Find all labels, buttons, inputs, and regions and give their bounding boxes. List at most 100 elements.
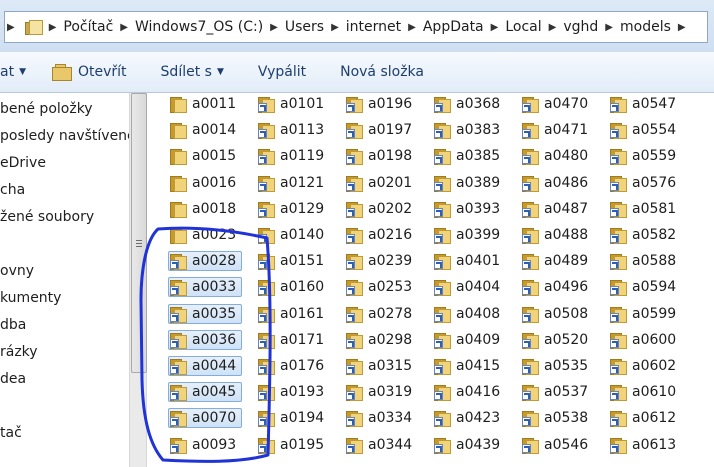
shortcut-item[interactable]: a0129 bbox=[258, 199, 324, 219]
breadcrumb-item[interactable]: Windows7_OS (C:) bbox=[130, 19, 268, 35]
shortcut-item[interactable]: a0202 bbox=[346, 199, 412, 219]
chevron-right-icon[interactable]: ▶ bbox=[118, 22, 130, 33]
chevron-right-icon[interactable]: ▶ bbox=[603, 22, 615, 33]
shortcut-item[interactable]: a0393 bbox=[434, 199, 500, 219]
shortcut-item[interactable]: a0489 bbox=[522, 251, 588, 271]
nav-item[interactable]: cha bbox=[0, 182, 25, 198]
shortcut-item[interactable]: a0610 bbox=[610, 382, 676, 402]
shortcut-item[interactable]: a0198 bbox=[346, 146, 412, 166]
shortcut-item[interactable]: a0315 bbox=[346, 356, 412, 376]
shortcut-item[interactable]: a0334 bbox=[346, 408, 412, 428]
shortcut-item[interactable]: a0201 bbox=[346, 173, 412, 193]
breadcrumb-item[interactable]: Počítač bbox=[58, 19, 118, 35]
shortcut-item[interactable]: a0193 bbox=[258, 382, 324, 402]
shortcut-item[interactable]: a0176 bbox=[258, 356, 324, 376]
share-button[interactable]: Sdílet s ▼ bbox=[161, 64, 224, 80]
shortcut-item[interactable]: a0582 bbox=[610, 225, 676, 245]
shortcut-item[interactable]: a0470 bbox=[522, 94, 588, 114]
shortcut-item[interactable]: a0383 bbox=[434, 120, 500, 140]
shortcut-item[interactable]: a0160 bbox=[258, 277, 324, 297]
shortcut-item[interactable]: a0161 bbox=[258, 304, 324, 324]
shortcut-item[interactable]: a0121 bbox=[258, 173, 324, 193]
address-bar[interactable]: ▶ ▶ Počítač ▶ Windows7_OS (C:) ▶ Users ▶ inter… bbox=[4, 11, 708, 43]
folder-item[interactable]: a0014 bbox=[170, 120, 236, 140]
new-folder-button[interactable]: Nová složka bbox=[340, 64, 424, 80]
nav-item[interactable]: dea bbox=[0, 371, 26, 387]
shortcut-item[interactable]: a0416 bbox=[434, 382, 500, 402]
breadcrumb-item[interactable]: Local bbox=[500, 19, 546, 35]
shortcut-item[interactable]: a0278 bbox=[346, 304, 412, 324]
shortcut-item[interactable]: a0239 bbox=[346, 251, 412, 271]
shortcut-item[interactable]: a0319 bbox=[346, 382, 412, 402]
folder-item[interactable]: a0015 bbox=[170, 146, 236, 166]
folder-item[interactable]: a0018 bbox=[170, 199, 236, 219]
shortcut-item[interactable]: a0197 bbox=[346, 120, 412, 140]
shortcut-item[interactable]: a0488 bbox=[522, 225, 588, 245]
breadcrumb-item[interactable]: internet bbox=[341, 19, 406, 35]
nav-item[interactable]: ovny bbox=[0, 263, 34, 279]
shortcut-item[interactable]: a0045 bbox=[168, 382, 242, 402]
burn-button[interactable]: Vypálit bbox=[258, 64, 306, 80]
nav-item[interactable]: rázky bbox=[0, 344, 38, 360]
nav-item[interactable]: žené soubory bbox=[0, 209, 94, 225]
navigation-scrollbar[interactable] bbox=[129, 93, 147, 467]
chevron-right-icon[interactable]: ▶ bbox=[406, 22, 418, 33]
shortcut-item[interactable]: a0399 bbox=[434, 225, 500, 245]
shortcut-item[interactable]: a0195 bbox=[258, 435, 324, 455]
shortcut-item[interactable]: a0044 bbox=[168, 356, 242, 376]
nav-item[interactable]: bené položky bbox=[0, 101, 93, 117]
shortcut-item[interactable]: a0093 bbox=[170, 435, 236, 455]
nav-item[interactable]: posledy navštívené bbox=[0, 128, 130, 144]
shortcut-item[interactable]: a0408 bbox=[434, 304, 500, 324]
shortcut-item[interactable]: a0035 bbox=[168, 304, 242, 324]
shortcut-item[interactable]: a0559 bbox=[610, 146, 676, 166]
scrollbar-thumb[interactable] bbox=[131, 93, 147, 373]
nav-item[interactable]: kumenty bbox=[0, 290, 61, 306]
shortcut-item[interactable]: a0547 bbox=[610, 94, 676, 114]
shortcut-item[interactable]: a0194 bbox=[258, 408, 324, 428]
shortcut-item[interactable]: a0487 bbox=[522, 199, 588, 219]
shortcut-item[interactable]: a0594 bbox=[610, 277, 676, 297]
shortcut-item[interactable]: a0196 bbox=[346, 94, 412, 114]
shortcut-item[interactable]: a0253 bbox=[346, 277, 412, 297]
shortcut-item[interactable]: a0151 bbox=[258, 251, 324, 271]
shortcut-item[interactable]: a0612 bbox=[610, 408, 676, 428]
shortcut-item[interactable]: a0404 bbox=[434, 277, 500, 297]
organize-button[interactable]: at ▼ bbox=[0, 64, 26, 80]
shortcut-item[interactable]: a0216 bbox=[346, 225, 412, 245]
chevron-right-icon[interactable]: ▶ bbox=[676, 22, 688, 33]
open-button[interactable]: Otevřít bbox=[52, 64, 127, 81]
chevron-right-icon[interactable]: ▶ bbox=[268, 22, 280, 33]
shortcut-item[interactable]: a0546 bbox=[522, 435, 588, 455]
chevron-right-icon[interactable]: ▶ bbox=[329, 22, 341, 33]
chevron-right-icon[interactable]: ▶ bbox=[5, 22, 17, 33]
shortcut-item[interactable]: a0520 bbox=[522, 330, 588, 350]
chevron-right-icon[interactable]: ▶ bbox=[489, 22, 501, 33]
shortcut-item[interactable]: a0496 bbox=[522, 277, 588, 297]
shortcut-item[interactable]: a0486 bbox=[522, 173, 588, 193]
shortcut-item[interactable]: a0554 bbox=[610, 120, 676, 140]
shortcut-item[interactable]: a0537 bbox=[522, 382, 588, 402]
shortcut-item[interactable]: a0113 bbox=[258, 120, 324, 140]
chevron-right-icon[interactable]: ▶ bbox=[547, 22, 559, 33]
shortcut-item[interactable]: a0070 bbox=[168, 408, 242, 428]
breadcrumb-item[interactable]: models bbox=[615, 19, 676, 35]
shortcut-item[interactable]: a0588 bbox=[610, 251, 676, 271]
shortcut-item[interactable]: a0171 bbox=[258, 330, 324, 350]
shortcut-item[interactable]: a0480 bbox=[522, 146, 588, 166]
shortcut-item[interactable]: a0298 bbox=[346, 330, 412, 350]
shortcut-item[interactable]: a0409 bbox=[434, 330, 500, 350]
shortcut-item[interactable]: a0368 bbox=[434, 94, 500, 114]
shortcut-item[interactable]: a0119 bbox=[258, 146, 324, 166]
shortcut-item[interactable]: a0471 bbox=[522, 120, 588, 140]
breadcrumb-item[interactable]: Users bbox=[280, 19, 329, 35]
chevron-right-icon[interactable]: ▶ bbox=[47, 22, 59, 33]
breadcrumb-item[interactable]: AppData bbox=[418, 19, 489, 35]
shortcut-item[interactable]: a0599 bbox=[610, 304, 676, 324]
shortcut-item[interactable]: a0401 bbox=[434, 251, 500, 271]
shortcut-item[interactable]: a0101 bbox=[258, 94, 324, 114]
shortcut-item[interactable]: a0439 bbox=[434, 435, 500, 455]
shortcut-item[interactable]: a0535 bbox=[522, 356, 588, 376]
shortcut-item[interactable]: a0576 bbox=[610, 173, 676, 193]
shortcut-item[interactable]: a0600 bbox=[610, 330, 676, 350]
